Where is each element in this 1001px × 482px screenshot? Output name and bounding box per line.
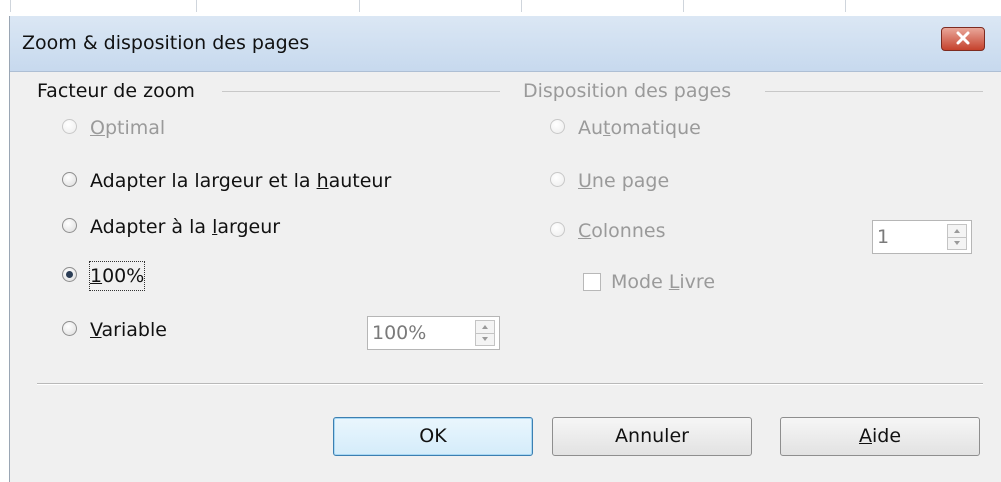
page-layout-divider	[765, 91, 983, 92]
button-separator	[37, 383, 983, 385]
radio-automatic[interactable]	[550, 119, 565, 134]
columns-value[interactable]: 1	[877, 226, 889, 248]
close-icon	[956, 31, 970, 45]
title-bar[interactable]: Zoom & disposition des pages	[10, 16, 1001, 72]
help-button[interactable]: Aide	[780, 417, 980, 456]
zoom-100-label: 100%	[88, 261, 146, 291]
columns-spinner[interactable]: 1	[872, 220, 972, 254]
layout-columns-label: Colonnes	[578, 220, 666, 242]
book-mode-checkbox[interactable]	[583, 273, 601, 291]
radio-selected-dot	[66, 271, 73, 278]
close-button[interactable]	[941, 27, 985, 51]
background-grid	[0, 0, 1001, 16]
background-edge	[0, 16, 10, 482]
chevron-down-icon	[954, 241, 960, 245]
layout-automatic-label: Automatique	[578, 117, 701, 139]
radio-columns[interactable]	[550, 222, 565, 237]
grid-line	[359, 0, 360, 12]
grid-line	[10, 0, 11, 12]
spin-down-button[interactable]	[476, 333, 494, 345]
grid-line	[196, 0, 197, 12]
zoom-dialog: Zoom & disposition des pages Facteur de …	[10, 16, 1001, 482]
grid-line	[845, 0, 846, 12]
spinner-buttons[interactable]	[475, 320, 495, 346]
radio-variable[interactable]	[62, 321, 77, 336]
dialog-title: Zoom & disposition des pages	[22, 32, 310, 54]
zoom-fit-width-height-label: Adapter la largeur et la hauteur	[90, 170, 392, 192]
cancel-button[interactable]: Annuler	[552, 417, 752, 456]
chevron-up-icon	[954, 229, 960, 233]
zoom-factor-heading: Facteur de zoom	[37, 80, 195, 102]
radio-single-page[interactable]	[550, 172, 565, 187]
layout-single-page-label: Une page	[578, 170, 670, 192]
chevron-up-icon	[482, 325, 488, 329]
grid-line	[683, 0, 684, 12]
zoom-variable-spinner[interactable]: 100%	[367, 316, 500, 350]
zoom-variable-value[interactable]: 100%	[372, 322, 426, 344]
radio-optimal[interactable]	[62, 119, 77, 134]
ok-button[interactable]: OK	[333, 417, 533, 456]
radio-100-percent[interactable]	[62, 267, 77, 282]
page-layout-heading: Disposition des pages	[523, 80, 732, 102]
radio-fit-width[interactable]	[62, 218, 77, 233]
spin-down-button[interactable]	[948, 237, 966, 249]
spinner-buttons[interactable]	[947, 224, 967, 250]
zoom-fit-width-label: Adapter à la largeur	[90, 216, 281, 238]
chevron-down-icon	[482, 337, 488, 341]
grid-line	[521, 0, 522, 12]
zoom-variable-label: Variable	[90, 319, 167, 341]
zoom-optimal-label: Optimal	[90, 117, 166, 139]
zoom-factor-divider	[222, 91, 500, 92]
radio-fit-width-height[interactable]	[62, 172, 77, 187]
